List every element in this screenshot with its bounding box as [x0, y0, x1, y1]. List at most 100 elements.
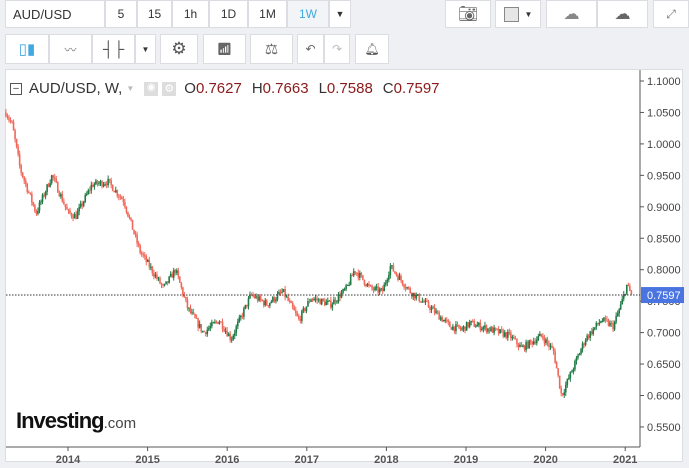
candle-body: [354, 271, 357, 273]
candle-body: [44, 192, 47, 197]
candle-body: [409, 288, 411, 294]
candle-body: [334, 299, 337, 303]
candle-body: [113, 190, 116, 193]
candle-body: [488, 328, 491, 332]
candle-body: [542, 335, 544, 339]
candle-body: [610, 322, 613, 324]
y-tick-label: 1.0000: [647, 139, 681, 151]
candle-body: [392, 265, 395, 272]
candle-body: [430, 307, 433, 310]
candle-body: [133, 229, 135, 234]
candle-body: [198, 324, 201, 328]
candle-body: [357, 272, 360, 278]
candle-body: [316, 298, 318, 301]
x-tick-label: 2015: [135, 454, 159, 466]
candle-body: [535, 339, 538, 344]
candle-body: [134, 233, 137, 235]
candle-body: [377, 286, 379, 293]
candle-body: [159, 277, 161, 284]
candle-body: [331, 304, 334, 308]
candle-body: [629, 285, 631, 291]
candle-body: [503, 332, 506, 337]
candle-body: [484, 325, 486, 328]
candle-body: [26, 183, 29, 192]
candle-body: [389, 266, 392, 276]
chevron-down-icon[interactable]: ▼: [126, 84, 134, 93]
candle-body: [345, 285, 347, 290]
candle-body: [60, 194, 62, 197]
candle-body: [110, 180, 112, 185]
candle-body: [534, 341, 537, 344]
candle-body: [574, 360, 576, 370]
collapse-icon[interactable]: –: [10, 82, 22, 95]
candle-body: [131, 219, 134, 230]
candle-body: [502, 330, 505, 337]
candle-body: [99, 181, 102, 184]
candle-body: [15, 139, 18, 147]
candle-body: [320, 298, 323, 305]
candle-body: [29, 192, 32, 194]
candle-body: [429, 306, 431, 310]
candle-body: [75, 214, 77, 219]
candle-body: [343, 289, 346, 291]
candle-body: [479, 322, 482, 330]
candle-body: [378, 289, 381, 293]
candle-body: [162, 284, 164, 286]
candle-body: [441, 317, 444, 322]
candle-body: [564, 385, 567, 393]
candle-body: [365, 284, 367, 287]
candle-body: [406, 287, 408, 289]
y-tick-label: 0.8500: [647, 233, 681, 245]
candle-body: [360, 273, 363, 276]
candle-body: [630, 290, 633, 295]
candle-body: [467, 322, 469, 327]
candle-body: [53, 177, 56, 179]
candle-body: [311, 299, 314, 301]
candle-body: [272, 297, 274, 302]
candle-body: [421, 301, 424, 303]
candle-body: [78, 207, 80, 212]
candle-body: [593, 327, 596, 329]
candle-body: [348, 284, 350, 286]
candle-body: [81, 203, 83, 206]
candle-body: [589, 331, 591, 338]
candle-body: [546, 339, 549, 344]
candle-body: [12, 122, 15, 131]
candle-body: [450, 327, 453, 330]
candle-body: [603, 317, 605, 322]
candle-body: [473, 321, 476, 327]
candle-body: [464, 326, 466, 331]
candle-body: [394, 271, 396, 273]
candle-body: [177, 270, 180, 277]
gear-icon[interactable]: ⚙: [162, 81, 177, 96]
y-tick-label: 0.7000: [647, 328, 681, 340]
candle-body: [221, 321, 224, 329]
candle-body: [56, 182, 59, 193]
candle-body: [313, 299, 315, 301]
candle-body: [246, 304, 248, 307]
candle-body: [308, 301, 311, 303]
candle-body: [142, 254, 145, 256]
candle-body: [519, 345, 521, 348]
candle-body: [499, 329, 501, 334]
candle-body: [156, 274, 158, 279]
candle-body: [505, 332, 508, 338]
candle-body: [415, 295, 418, 299]
candle-body: [305, 306, 308, 312]
ohlc-high: H0.7663: [251, 80, 309, 97]
eye-icon[interactable]: ◉: [144, 81, 159, 96]
candle-body: [203, 331, 206, 333]
candle-body: [317, 299, 320, 301]
y-tick-label: 0.6000: [647, 391, 681, 403]
x-tick-label: 2019: [454, 454, 478, 466]
candle-body: [449, 322, 451, 328]
candle-body: [369, 285, 372, 287]
candle-body: [346, 284, 349, 286]
candle-body: [423, 301, 425, 303]
y-tick-label: 1.1000: [647, 76, 681, 88]
candle-body: [189, 307, 192, 313]
price-chart[interactable]: 1.1000 1.0500 1.0000 0.9500 0.9000 0.8500 0.80…: [0, 0, 689, 468]
candle-body: [520, 345, 523, 347]
y-tick-label: 0.8000: [647, 265, 681, 277]
candle-body: [232, 335, 235, 340]
